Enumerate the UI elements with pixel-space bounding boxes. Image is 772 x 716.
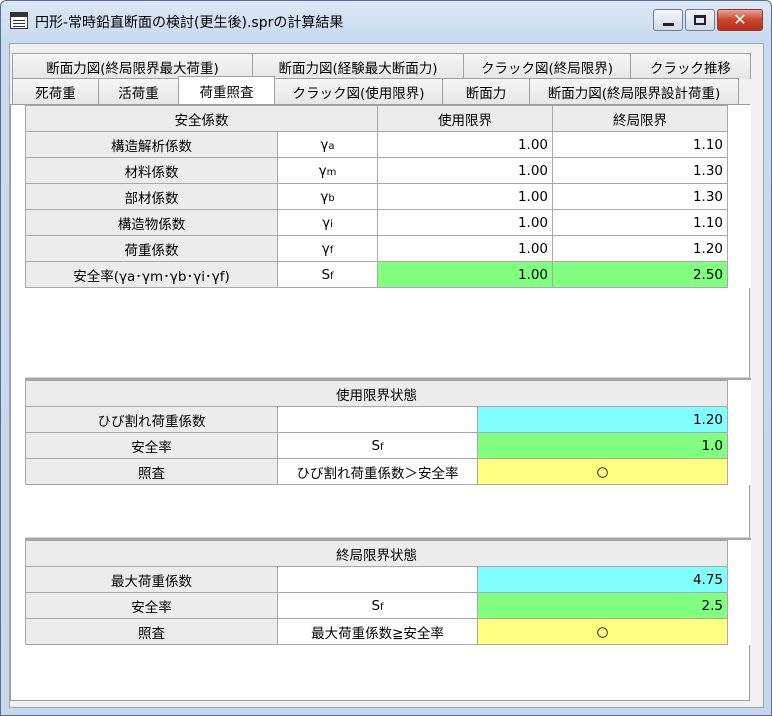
table-row: 構造解析係数 γa 1.00 1.10: [25, 131, 728, 158]
row-symbol: γb: [277, 183, 378, 210]
table-row: 荷重係数 γf 1.00 1.20: [25, 235, 728, 262]
service-check-condition: ひび割れ荷重係数＞安全率: [277, 458, 478, 485]
row-symbol: γf: [277, 235, 378, 262]
safety-rate-row: 安全率(γa･γm･γb･γi･γf) Sf 1.00 2.50: [25, 261, 728, 288]
ultimate-safety-symbol: Sf: [277, 592, 478, 619]
safety-rate-symbol: Sf: [277, 261, 378, 288]
table-header-row: 終局限界状態: [25, 540, 728, 567]
table-app-icon: [10, 12, 28, 29]
safety-factor-section: 安全係数 使用限界 終局限界 構造解析係数 γa 1.00 1.10 材料係数 …: [25, 105, 751, 288]
ultimate-state-header: 終局限界状態: [25, 540, 728, 567]
table-row: 安全率 Sf 2.5: [25, 592, 728, 619]
ultimate-safety-rate: 2.50: [552, 261, 728, 288]
safety-rate-label: 安全率(γa･γm･γb･γi･γf): [25, 261, 278, 288]
row-label: 構造解析係数: [25, 131, 278, 158]
max-load-factor-value: 4.75: [477, 566, 728, 593]
service-value[interactable]: 1.00: [377, 235, 553, 262]
row-symbol: γm: [277, 157, 378, 184]
result-window: 円形-常時鉛直断面の検討(更生後).sprの計算結果 ✕ 断面力図(終局限界最大…: [0, 0, 772, 716]
service-state-table: 使用限界状態 ひび割れ荷重係数 1.20 安全率 Sf 1.0 照査 ひび割れ荷…: [25, 380, 728, 485]
window-title: 円形-常時鉛直断面の検討(更生後).sprの計算結果: [35, 15, 344, 31]
tab-crack-ultimate[interactable]: クラック図(終局限界): [463, 53, 631, 79]
ultimate-state-section: 終局限界状態 最大荷重係数 4.75 安全率 Sf 2.5 照査 最大荷重係数≧…: [25, 540, 751, 645]
service-check-result: ○: [477, 458, 728, 485]
client-area: 断面力図(終局限界最大荷重) 断面力図(経験最大断面力) クラック図(終局限界)…: [9, 43, 764, 708]
service-limit-header: 使用限界: [377, 105, 553, 132]
row-label: 部材係数: [25, 183, 278, 210]
ultimate-limit-header: 終局限界: [552, 105, 728, 132]
row-symbol: γa: [277, 131, 378, 158]
table-row: 部材係数 γb 1.00 1.30: [25, 183, 728, 210]
tab-live-load[interactable]: 活荷重: [98, 78, 179, 104]
service-state-header: 使用限界状態: [25, 380, 728, 407]
tab-crack-service[interactable]: クラック図(使用限界): [274, 78, 443, 104]
ultimate-value[interactable]: 1.20: [552, 235, 728, 262]
ultimate-check-condition: 最大荷重係数≧安全率: [277, 618, 478, 645]
title-bar[interactable]: 円形-常時鉛直断面の検討(更生後).sprの計算結果 ✕: [1, 1, 771, 43]
table-row: 材料係数 γm 1.00 1.30: [25, 157, 728, 184]
max-load-factor-mid: [277, 566, 478, 593]
tab-moment-experienced-max[interactable]: 断面力図(経験最大断面力): [252, 53, 464, 79]
table-row: 照査 最大荷重係数≧安全率 ○: [25, 618, 728, 645]
service-safety-value: 1.0: [477, 432, 728, 459]
service-value[interactable]: 1.00: [377, 131, 553, 158]
minimize-button[interactable]: [653, 9, 683, 31]
service-safety-rate: 1.00: [377, 261, 553, 288]
crack-load-factor-value: 1.20: [477, 406, 728, 433]
ultimate-value[interactable]: 1.30: [552, 157, 728, 184]
close-icon: ✕: [733, 10, 747, 29]
ultimate-value[interactable]: 1.30: [552, 183, 728, 210]
minimize-icon: [662, 22, 674, 26]
ultimate-check-result: ○: [477, 618, 728, 645]
table-header-row: 安全係数 使用限界 終局限界: [25, 105, 728, 132]
maximize-icon: [694, 15, 706, 25]
tab-section-force[interactable]: 断面力: [442, 78, 530, 104]
service-safety-label: 安全率: [25, 432, 278, 459]
service-check-label: 照査: [25, 458, 278, 485]
row-symbol: γi: [277, 209, 378, 236]
tab-moment-ultimate-design[interactable]: 断面力図(終局限界設計荷重): [529, 78, 739, 104]
tab-row-back: 断面力図(終局限界最大荷重) 断面力図(経験最大断面力) クラック図(終局限界)…: [12, 53, 751, 79]
ultimate-value[interactable]: 1.10: [552, 131, 728, 158]
row-label: 構造物係数: [25, 209, 278, 236]
table-row: 構造物係数 γi 1.00 1.10: [25, 209, 728, 236]
service-value[interactable]: 1.00: [377, 157, 553, 184]
service-safety-symbol: Sf: [277, 432, 478, 459]
ultimate-safety-value: 2.5: [477, 592, 728, 619]
tab-row-front: 死荷重 活荷重 荷重照査 クラック図(使用限界) 断面力 断面力図(終局限界設計…: [12, 76, 739, 104]
service-value[interactable]: 1.00: [377, 209, 553, 236]
tab-load-check[interactable]: 荷重照査: [178, 76, 275, 104]
ultimate-state-table: 終局限界状態 最大荷重係数 4.75 安全率 Sf 2.5 照査 最大荷重係数≧…: [25, 540, 728, 645]
tab-crack-transition[interactable]: クラック推移: [630, 53, 751, 79]
ultimate-safety-label: 安全率: [25, 592, 278, 619]
max-load-factor-label: 最大荷重係数: [25, 566, 278, 593]
table-row: ひび割れ荷重係数 1.20: [25, 406, 728, 433]
service-value[interactable]: 1.00: [377, 183, 553, 210]
table-row: 照査 ひび割れ荷重係数＞安全率 ○: [25, 458, 728, 485]
row-label: 荷重係数: [25, 235, 278, 262]
crack-load-factor-label: ひび割れ荷重係数: [25, 406, 278, 433]
ultimate-value[interactable]: 1.10: [552, 209, 728, 236]
tab-dead-load[interactable]: 死荷重: [12, 78, 99, 104]
table-header-row: 使用限界状態: [25, 380, 728, 407]
safety-factor-header: 安全係数: [25, 105, 378, 132]
row-label: 材料係数: [25, 157, 278, 184]
ultimate-check-label: 照査: [25, 618, 278, 645]
crack-load-factor-mid: [277, 406, 478, 433]
service-state-section: 使用限界状態 ひび割れ荷重係数 1.20 安全率 Sf 1.0 照査 ひび割れ荷…: [25, 380, 751, 485]
table-row: 安全率 Sf 1.0: [25, 432, 728, 459]
table-row: 最大荷重係数 4.75: [25, 566, 728, 593]
load-check-panel: 安全係数 使用限界 終局限界 構造解析係数 γa 1.00 1.10 材料係数 …: [10, 104, 751, 701]
maximize-button[interactable]: [685, 9, 715, 31]
window-controls: ✕: [651, 9, 763, 31]
safety-factor-table: 安全係数 使用限界 終局限界 構造解析係数 γa 1.00 1.10 材料係数 …: [25, 105, 728, 288]
close-button[interactable]: ✕: [717, 9, 763, 31]
